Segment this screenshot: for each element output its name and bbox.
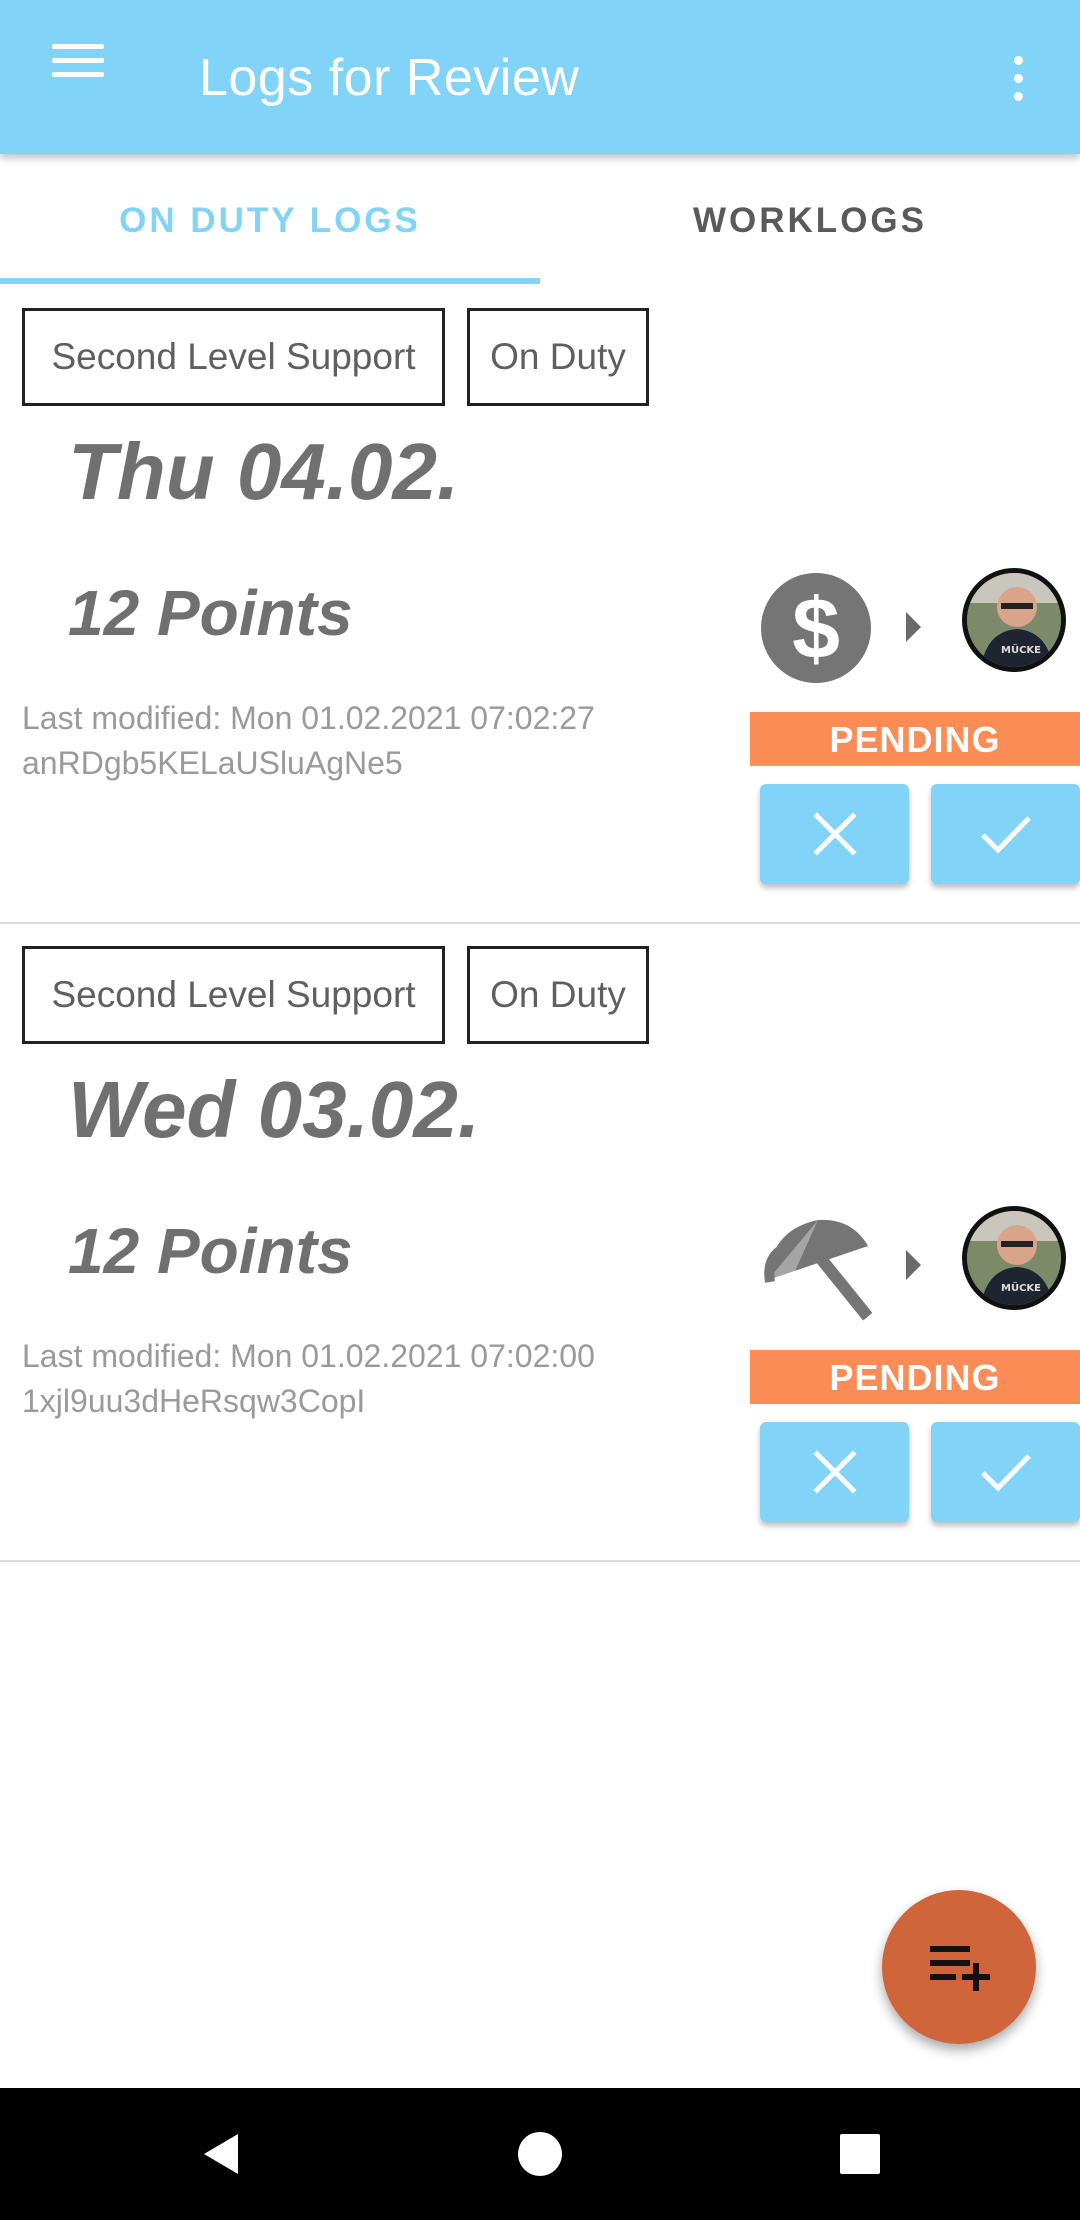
add-log-fab[interactable] xyxy=(882,1890,1036,2044)
reject-button[interactable] xyxy=(760,1422,909,1522)
log-card: Second Level Support On Duty Thu 04.02. … xyxy=(0,286,1080,924)
umbrella-icon xyxy=(764,1219,872,1321)
type-chip: On Duty xyxy=(467,946,649,1044)
approve-button[interactable] xyxy=(931,1422,1080,1522)
log-date: Wed 03.02. xyxy=(68,1065,481,1154)
log-date: Thu 04.02. xyxy=(68,427,460,516)
svg-text:$: $ xyxy=(792,581,840,677)
log-id: 1xjl9uu3dHeRsqw3CopI xyxy=(22,1383,366,1419)
team-chip: Second Level Support xyxy=(22,946,445,1044)
app-bar: Logs for Review xyxy=(0,0,1080,154)
approve-button[interactable] xyxy=(931,784,1080,884)
avatar[interactable]: MÜCKE xyxy=(962,568,1066,672)
tab-bar: ON DUTY LOGS WORKLOGS xyxy=(0,154,1080,286)
hamburger-menu-icon[interactable] xyxy=(36,44,120,110)
log-points: 12 Points xyxy=(68,577,353,649)
arrow-right-icon xyxy=(906,612,921,642)
svg-text:MÜCKE: MÜCKE xyxy=(1001,1280,1041,1294)
tab-on-duty-logs[interactable]: ON DUTY LOGS xyxy=(0,154,540,286)
log-meta: Last modified: Mon 01.02.2021 07:02:00 1… xyxy=(22,1334,595,1424)
log-meta: Last modified: Mon 01.02.2021 07:02:27 a… xyxy=(22,696,595,786)
team-chip: Second Level Support xyxy=(22,308,445,406)
home-icon[interactable] xyxy=(490,2108,590,2200)
dollar-icon: $ xyxy=(761,573,871,683)
close-icon xyxy=(812,812,857,856)
arrow-right-icon xyxy=(906,1250,921,1280)
svg-text:MÜCKE: MÜCKE xyxy=(1001,642,1041,656)
more-vert-icon[interactable] xyxy=(990,48,1044,112)
recents-icon[interactable] xyxy=(810,2108,910,2200)
check-icon xyxy=(980,1454,1031,1492)
page-title: Logs for Review xyxy=(199,49,580,107)
log-points: 12 Points xyxy=(68,1215,353,1287)
log-id: anRDgb5KELaUSluAgNe5 xyxy=(22,745,403,781)
back-icon[interactable] xyxy=(170,2108,270,2200)
close-icon xyxy=(812,1450,857,1494)
check-icon xyxy=(980,816,1031,854)
log-card: Second Level Support On Duty Wed 03.02. … xyxy=(0,924,1080,1562)
last-modified: Last modified: Mon 01.02.2021 07:02:27 xyxy=(22,700,595,736)
last-modified: Last modified: Mon 01.02.2021 07:02:00 xyxy=(22,1338,595,1374)
avatar[interactable]: MÜCKE xyxy=(962,1206,1066,1310)
playlist-add-icon xyxy=(930,1946,990,1991)
tab-indicator xyxy=(0,278,540,284)
system-nav-bar xyxy=(0,2088,1080,2220)
reject-button[interactable] xyxy=(760,784,909,884)
status-badge: PENDING xyxy=(750,712,1080,766)
status-badge: PENDING xyxy=(750,1350,1080,1404)
type-chip: On Duty xyxy=(467,308,649,406)
tab-worklogs[interactable]: WORKLOGS xyxy=(540,154,1080,286)
